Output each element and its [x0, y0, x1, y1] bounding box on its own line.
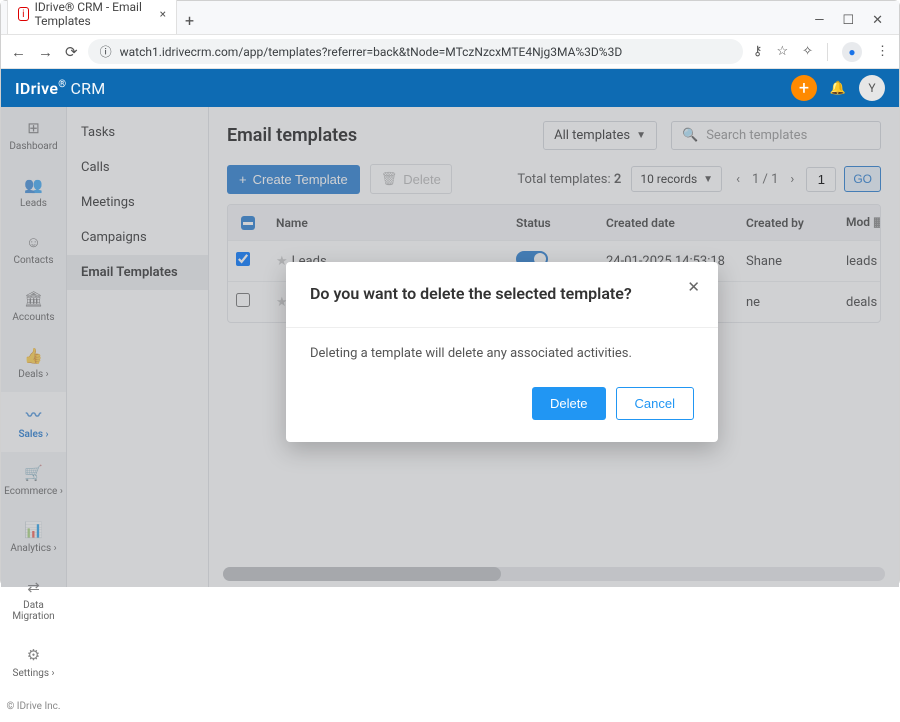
url-text: watch1.idrivecrm.com/app/templates?refer… [120, 45, 623, 59]
nav-icon: ⚙ [27, 646, 40, 664]
dialog-title: Do you want to delete the selected templ… [310, 284, 694, 303]
brand-logo[interactable]: IDrive®CRM [15, 79, 106, 98]
nav-item-settings-[interactable]: ⚙ Settings › [1, 634, 66, 691]
create-button[interactable]: + [791, 75, 817, 101]
dialog-body: Deleting a template will delete any asso… [310, 346, 694, 361]
confirm-delete-dialog: ✕ Do you want to delete the selected tem… [286, 262, 718, 442]
nav-reload-icon[interactable]: ⟳ [65, 43, 78, 61]
user-avatar[interactable]: Y [859, 75, 885, 101]
window-maximize-icon[interactable]: ☐ [842, 13, 854, 28]
kebab-menu-icon[interactable]: ⋮ [876, 44, 889, 59]
cancel-button[interactable]: Cancel [616, 387, 694, 420]
profile-avatar-icon[interactable]: ● [842, 42, 862, 62]
tab-title: IDrive® CRM - Email Templates [35, 0, 154, 28]
window-close-icon[interactable]: ✕ [872, 13, 883, 28]
confirm-delete-button[interactable]: Delete [532, 387, 606, 420]
new-tab-button[interactable]: + [177, 7, 202, 34]
copyright-footer: © IDrive Inc. [1, 691, 66, 722]
extensions-icon[interactable]: ✧ [802, 44, 813, 59]
browser-tab[interactable]: i IDrive® CRM - Email Templates × [7, 0, 177, 34]
browser-titlebar: i IDrive® CRM - Email Templates × + — ☐ … [1, 1, 899, 35]
bookmark-icon[interactable]: ☆ [776, 44, 788, 59]
nav-label: Settings › [13, 668, 55, 679]
password-icon[interactable]: ⚷ [753, 44, 763, 59]
nav-forward-icon[interactable]: → [38, 43, 53, 61]
close-icon[interactable]: ✕ [687, 278, 700, 296]
site-info-icon[interactable]: ⓘ [100, 43, 112, 60]
window-minimize-icon[interactable]: — [814, 13, 824, 28]
close-icon[interactable]: × [160, 7, 166, 21]
nav-label: Data Migration [3, 600, 64, 622]
app-topbar: IDrive®CRM + 🔔 Y [1, 69, 899, 107]
browser-addressbar: ← → ⟳ ⓘ watch1.idrivecrm.com/app/templat… [1, 35, 899, 69]
bell-icon[interactable]: 🔔 [825, 75, 851, 101]
separator [827, 43, 828, 61]
favicon-icon: i [18, 7, 29, 21]
omnibox[interactable]: ⓘ watch1.idrivecrm.com/app/templates?ref… [88, 39, 743, 64]
nav-back-icon[interactable]: ← [11, 43, 26, 61]
